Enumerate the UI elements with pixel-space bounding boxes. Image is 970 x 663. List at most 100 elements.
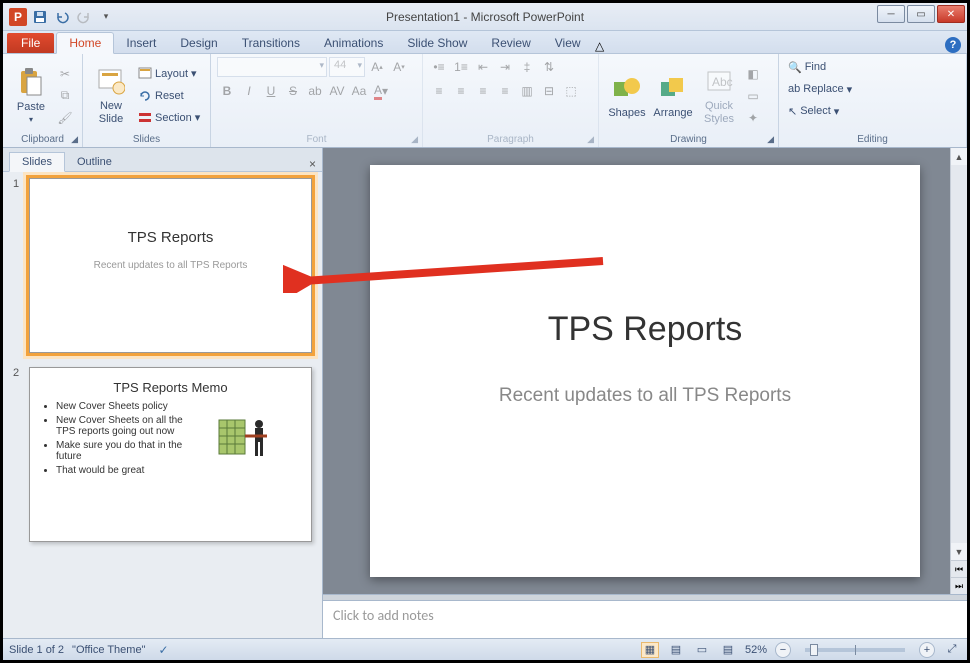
- group-label-editing: Editing: [785, 134, 960, 146]
- notes-pane[interactable]: Click to add notes: [323, 600, 967, 638]
- tab-animations[interactable]: Animations: [312, 33, 395, 53]
- shape-fill-icon[interactable]: ◧: [743, 64, 763, 84]
- ribbon-tabs: File Home Insert Design Transitions Anim…: [3, 31, 967, 54]
- slideshow-view-icon[interactable]: ▤: [719, 642, 737, 658]
- strikethrough-icon[interactable]: S: [283, 81, 303, 101]
- minimize-ribbon-icon[interactable]: △: [593, 39, 607, 53]
- spacing-icon[interactable]: AV: [327, 81, 347, 101]
- thumbnail-slide-1[interactable]: TPS Reports Recent updates to all TPS Re…: [29, 178, 312, 353]
- outline-tab[interactable]: Outline: [65, 153, 124, 171]
- align-left-icon[interactable]: ≡: [429, 81, 449, 101]
- numbering-icon[interactable]: 1≡: [451, 57, 471, 77]
- group-slides: New Slide Layout ▾ Reset Section ▾ Slide…: [83, 54, 211, 147]
- zoom-out-button[interactable]: −: [775, 642, 791, 658]
- zoom-handle[interactable]: [810, 644, 818, 656]
- cut-icon[interactable]: ✂: [55, 64, 75, 84]
- clipboard-dialog-icon[interactable]: ◢: [71, 134, 78, 145]
- vertical-scrollbar[interactable]: ▲ ▼ ⏮ ⏭: [950, 148, 967, 594]
- tab-design[interactable]: Design: [168, 33, 229, 53]
- align-center-icon[interactable]: ≡: [451, 81, 471, 101]
- group-drawing: Shapes Arrange AbcQuick Styles ◧ ▭ ✦ Dra…: [599, 54, 779, 147]
- paragraph-dialog-icon[interactable]: ◢: [587, 134, 594, 145]
- tab-insert[interactable]: Insert: [114, 33, 168, 53]
- align-right-icon[interactable]: ≡: [473, 81, 493, 101]
- status-slide-indicator: Slide 1 of 2: [9, 644, 64, 656]
- save-icon[interactable]: [31, 8, 49, 26]
- line-spacing-icon[interactable]: ‡: [517, 57, 537, 77]
- slide-title[interactable]: TPS Reports: [370, 310, 920, 349]
- sorter-view-icon[interactable]: ▤: [667, 642, 685, 658]
- scroll-down-icon[interactable]: ▼: [951, 543, 967, 560]
- help-icon[interactable]: ?: [945, 37, 961, 53]
- shrink-font-icon[interactable]: A▾: [389, 57, 409, 77]
- close-panel-icon[interactable]: ×: [309, 157, 316, 171]
- qat-customize-icon[interactable]: ▾: [97, 8, 115, 26]
- spellcheck-icon[interactable]: ✓: [153, 640, 173, 660]
- shapes-button[interactable]: Shapes: [605, 71, 649, 121]
- prev-slide-icon[interactable]: ⏮: [951, 560, 967, 577]
- format-painter-icon[interactable]: 🖌: [55, 108, 75, 128]
- align-text-icon[interactable]: ⊟: [539, 81, 559, 101]
- arrange-button[interactable]: Arrange: [651, 71, 695, 121]
- section-button[interactable]: Section ▾: [135, 108, 203, 128]
- minimize-button[interactable]: ─: [877, 5, 905, 23]
- italic-icon[interactable]: I: [239, 81, 259, 101]
- copy-icon[interactable]: ⧉: [55, 86, 75, 106]
- grow-font-icon[interactable]: A▴: [367, 57, 387, 77]
- reading-view-icon[interactable]: ▭: [693, 642, 711, 658]
- close-button[interactable]: ✕: [937, 5, 965, 23]
- columns-icon[interactable]: ▥: [517, 81, 537, 101]
- layout-button[interactable]: Layout ▾: [135, 64, 203, 84]
- paste-button[interactable]: Paste ▾: [9, 65, 53, 126]
- shadow-icon[interactable]: ab: [305, 81, 325, 101]
- undo-icon[interactable]: [53, 8, 71, 26]
- font-size-select[interactable]: 44: [329, 57, 365, 77]
- tab-transitions[interactable]: Transitions: [230, 33, 312, 53]
- find-button[interactable]: 🔍Find: [785, 57, 960, 77]
- normal-view-icon[interactable]: ▦: [641, 642, 659, 658]
- group-font: 44 A▴ A▾ B I U S ab AV Aa A▾ Font◢: [211, 54, 423, 147]
- zoom-in-button[interactable]: +: [919, 642, 935, 658]
- current-slide[interactable]: TPS Reports Recent updates to all TPS Re…: [370, 165, 920, 577]
- reset-button[interactable]: Reset: [135, 86, 203, 106]
- thumbnail-slide-2[interactable]: TPS Reports Memo New Cover Sheets policy…: [29, 367, 312, 542]
- shape-outline-icon[interactable]: ▭: [743, 86, 763, 106]
- font-dialog-icon[interactable]: ◢: [411, 134, 418, 145]
- slides-tab[interactable]: Slides: [9, 152, 65, 172]
- zoom-level[interactable]: 52%: [745, 644, 767, 656]
- slide-number-2: 2: [13, 367, 23, 542]
- next-slide-icon[interactable]: ⏭: [951, 577, 967, 594]
- maximize-button[interactable]: ▭: [907, 5, 935, 23]
- scroll-up-icon[interactable]: ▲: [951, 148, 967, 165]
- drawing-dialog-icon[interactable]: ◢: [767, 134, 774, 145]
- fit-to-window-icon[interactable]: ⤢: [943, 642, 961, 658]
- font-color-icon[interactable]: A▾: [371, 81, 391, 101]
- clipart-icon: [191, 401, 299, 479]
- tab-review[interactable]: Review: [479, 33, 542, 53]
- tab-view[interactable]: View: [543, 33, 593, 53]
- justify-icon[interactable]: ≡: [495, 81, 515, 101]
- replace-icon: ab: [788, 83, 800, 95]
- new-slide-label: New Slide: [99, 100, 123, 124]
- tab-slideshow[interactable]: Slide Show: [395, 33, 479, 53]
- decrease-indent-icon[interactable]: ⇤: [473, 57, 493, 77]
- text-direction-icon[interactable]: ⇅: [539, 57, 559, 77]
- font-family-select[interactable]: [217, 57, 327, 77]
- smartart-icon[interactable]: ⬚: [561, 81, 581, 101]
- bullets-icon[interactable]: •≡: [429, 57, 449, 77]
- slide-subtitle[interactable]: Recent updates to all TPS Reports: [370, 385, 920, 407]
- shape-effects-icon[interactable]: ✦: [743, 108, 763, 128]
- tab-home[interactable]: Home: [56, 32, 114, 54]
- bold-icon[interactable]: B: [217, 81, 237, 101]
- replace-button[interactable]: abReplace ▾: [785, 79, 960, 99]
- tab-file[interactable]: File: [7, 33, 54, 53]
- slide-stage[interactable]: TPS Reports Recent updates to all TPS Re…: [323, 148, 967, 594]
- increase-indent-icon[interactable]: ⇥: [495, 57, 515, 77]
- select-button[interactable]: ↖Select ▾: [785, 101, 960, 121]
- underline-icon[interactable]: U: [261, 81, 281, 101]
- zoom-slider[interactable]: [805, 648, 905, 652]
- redo-icon[interactable]: [75, 8, 93, 26]
- change-case-icon[interactable]: Aa: [349, 81, 369, 101]
- quick-styles-button[interactable]: AbcQuick Styles: [697, 64, 741, 126]
- new-slide-button[interactable]: New Slide: [89, 64, 133, 126]
